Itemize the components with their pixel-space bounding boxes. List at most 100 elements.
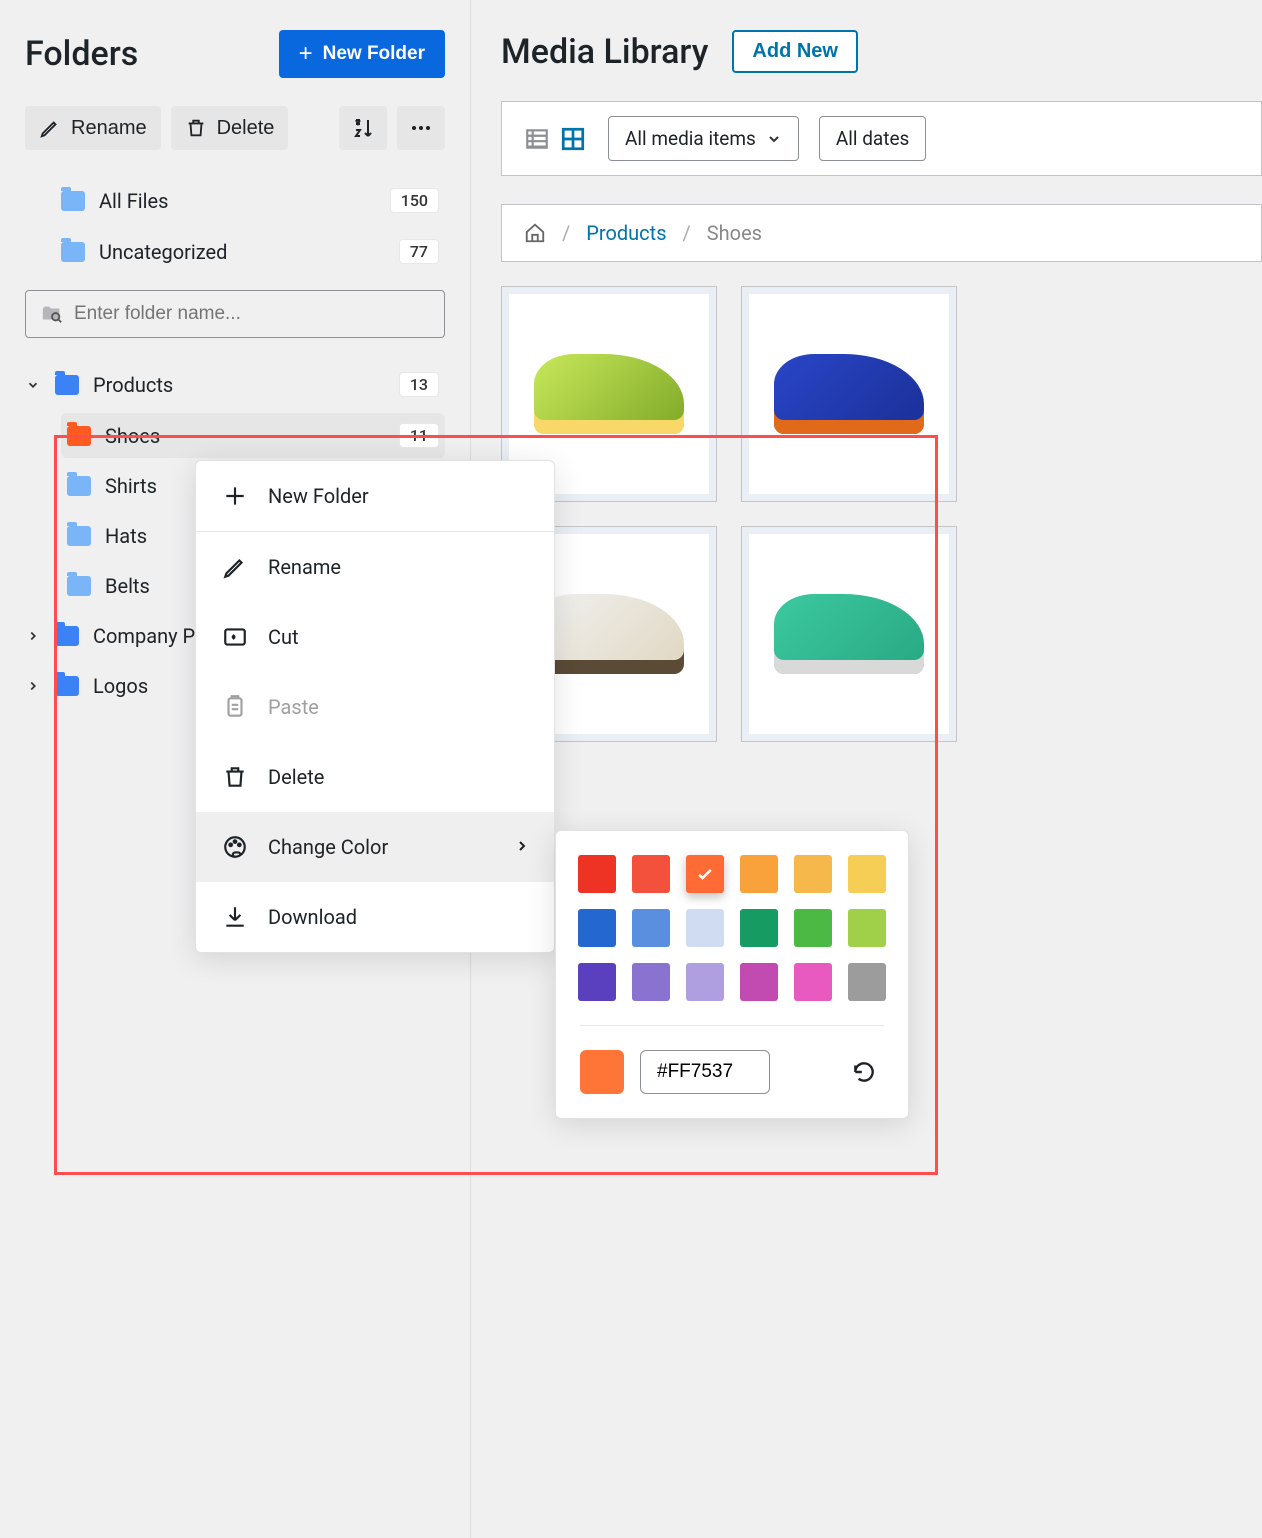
more-button[interactable] <box>397 106 445 150</box>
cm-change-color[interactable]: Change Color <box>196 812 554 882</box>
context-menu: New Folder Rename Cut Paste Delete Chang… <box>195 460 555 953</box>
folder-all-files[interactable]: All Files 150 <box>25 178 445 223</box>
folder-count: 77 <box>399 239 439 264</box>
color-swatch[interactable] <box>740 963 778 1001</box>
color-swatch[interactable] <box>632 855 670 893</box>
folder-icon <box>67 476 91 496</box>
folder-search-icon <box>40 303 64 325</box>
color-swatch[interactable] <box>578 963 616 1001</box>
folder-icon <box>55 626 79 646</box>
color-swatch[interactable] <box>686 855 724 893</box>
color-swatch[interactable] <box>578 909 616 947</box>
home-icon[interactable] <box>524 222 546 244</box>
cm-label: Paste <box>268 695 319 719</box>
color-swatch[interactable] <box>794 855 832 893</box>
folder-label: Products <box>93 373 173 397</box>
cm-cut[interactable]: Cut <box>196 602 554 672</box>
undo-icon <box>851 1059 877 1085</box>
breadcrumb-sep: / <box>683 221 691 245</box>
folder-label: Uncategorized <box>99 240 227 264</box>
folder-label: Belts <box>105 574 150 598</box>
color-swatch[interactable] <box>632 909 670 947</box>
breadcrumb-sep: / <box>562 221 570 245</box>
chevron-right-icon <box>514 835 530 859</box>
chevron-down-icon[interactable] <box>25 378 41 392</box>
color-swatch[interactable] <box>578 855 616 893</box>
cm-label: Download <box>268 905 357 929</box>
cm-label: Delete <box>268 765 324 789</box>
cm-label: Cut <box>268 625 299 649</box>
folder-count: 11 <box>399 423 439 448</box>
delete-button-label: Delete <box>217 117 275 140</box>
color-swatch[interactable] <box>740 855 778 893</box>
rename-button[interactable]: Rename <box>25 106 161 150</box>
sort-button[interactable] <box>339 106 387 150</box>
breadcrumb-current: Shoes <box>707 221 762 245</box>
thumbnail-shoe <box>534 354 684 434</box>
add-new-button[interactable]: Add New <box>732 30 858 73</box>
thumbnail-shoe <box>534 594 684 674</box>
folder-icon <box>67 426 91 446</box>
color-swatch[interactable] <box>740 909 778 947</box>
folder-search-input[interactable] <box>74 303 430 325</box>
folder-shoes[interactable]: Shoes 11 <box>61 413 445 458</box>
media-item[interactable] <box>741 526 957 742</box>
folder-uncategorized[interactable]: Uncategorized 77 <box>25 229 445 274</box>
view-grid-button[interactable] <box>558 124 588 154</box>
folder-label: Shirts <box>105 474 157 498</box>
breadcrumb-products[interactable]: Products <box>586 221 666 245</box>
filter-dates-select[interactable]: All dates <box>819 116 927 161</box>
folder-alert-icon <box>61 242 85 262</box>
paste-icon <box>222 694 248 720</box>
folder-count: 150 <box>390 188 439 213</box>
delete-button[interactable]: Delete <box>171 106 289 150</box>
color-swatch[interactable] <box>848 909 886 947</box>
cm-label: Rename <box>268 555 341 579</box>
breadcrumb: / Products / Shoes <box>501 204 1262 262</box>
cm-new-folder[interactable]: New Folder <box>196 461 554 531</box>
thumbnail-shoe <box>774 594 924 674</box>
cm-paste: Paste <box>196 672 554 742</box>
rename-button-label: Rename <box>71 117 147 140</box>
cm-label: Change Color <box>268 835 388 859</box>
view-list-button[interactable] <box>522 124 552 154</box>
color-swatch[interactable] <box>848 963 886 1001</box>
download-icon <box>222 904 248 930</box>
cm-delete[interactable]: Delete <box>196 742 554 812</box>
new-folder-button-label: New Folder <box>323 43 425 65</box>
thumbnail-shoe <box>774 354 924 434</box>
grid-icon <box>560 126 586 152</box>
color-preview <box>580 1050 624 1094</box>
folder-icon <box>67 526 91 546</box>
color-swatch[interactable] <box>686 909 724 947</box>
media-item[interactable] <box>741 286 957 502</box>
color-hex-input[interactable] <box>640 1050 770 1094</box>
new-folder-button[interactable]: + New Folder <box>279 30 445 78</box>
chevron-right-icon[interactable] <box>25 629 41 643</box>
color-reset-button[interactable] <box>844 1052 884 1092</box>
folder-count: 13 <box>399 372 439 397</box>
page-title: Media Library <box>501 32 708 72</box>
folder-label: Hats <box>105 524 147 548</box>
color-swatch[interactable] <box>794 909 832 947</box>
sort-az-icon <box>351 116 375 140</box>
folder-products[interactable]: Products 13 <box>25 362 445 407</box>
color-swatch[interactable] <box>632 963 670 1001</box>
color-popover <box>555 830 909 1119</box>
folder-label: Shoes <box>105 424 160 448</box>
folder-icon <box>67 576 91 596</box>
folder-search[interactable] <box>25 290 445 338</box>
folder-label: All Files <box>99 189 168 213</box>
cm-rename[interactable]: Rename <box>196 532 554 602</box>
color-swatch[interactable] <box>794 963 832 1001</box>
folder-label: Logos <box>93 674 148 698</box>
plus-icon <box>222 483 248 509</box>
color-swatch[interactable] <box>686 963 724 1001</box>
filter-media-select[interactable]: All media items <box>608 116 799 161</box>
plus-icon: + <box>299 42 313 66</box>
cm-download[interactable]: Download <box>196 882 554 952</box>
folder-icon <box>55 375 79 395</box>
chevron-right-icon[interactable] <box>25 679 41 693</box>
color-swatch[interactable] <box>848 855 886 893</box>
filter-dates-label: All dates <box>836 127 910 150</box>
